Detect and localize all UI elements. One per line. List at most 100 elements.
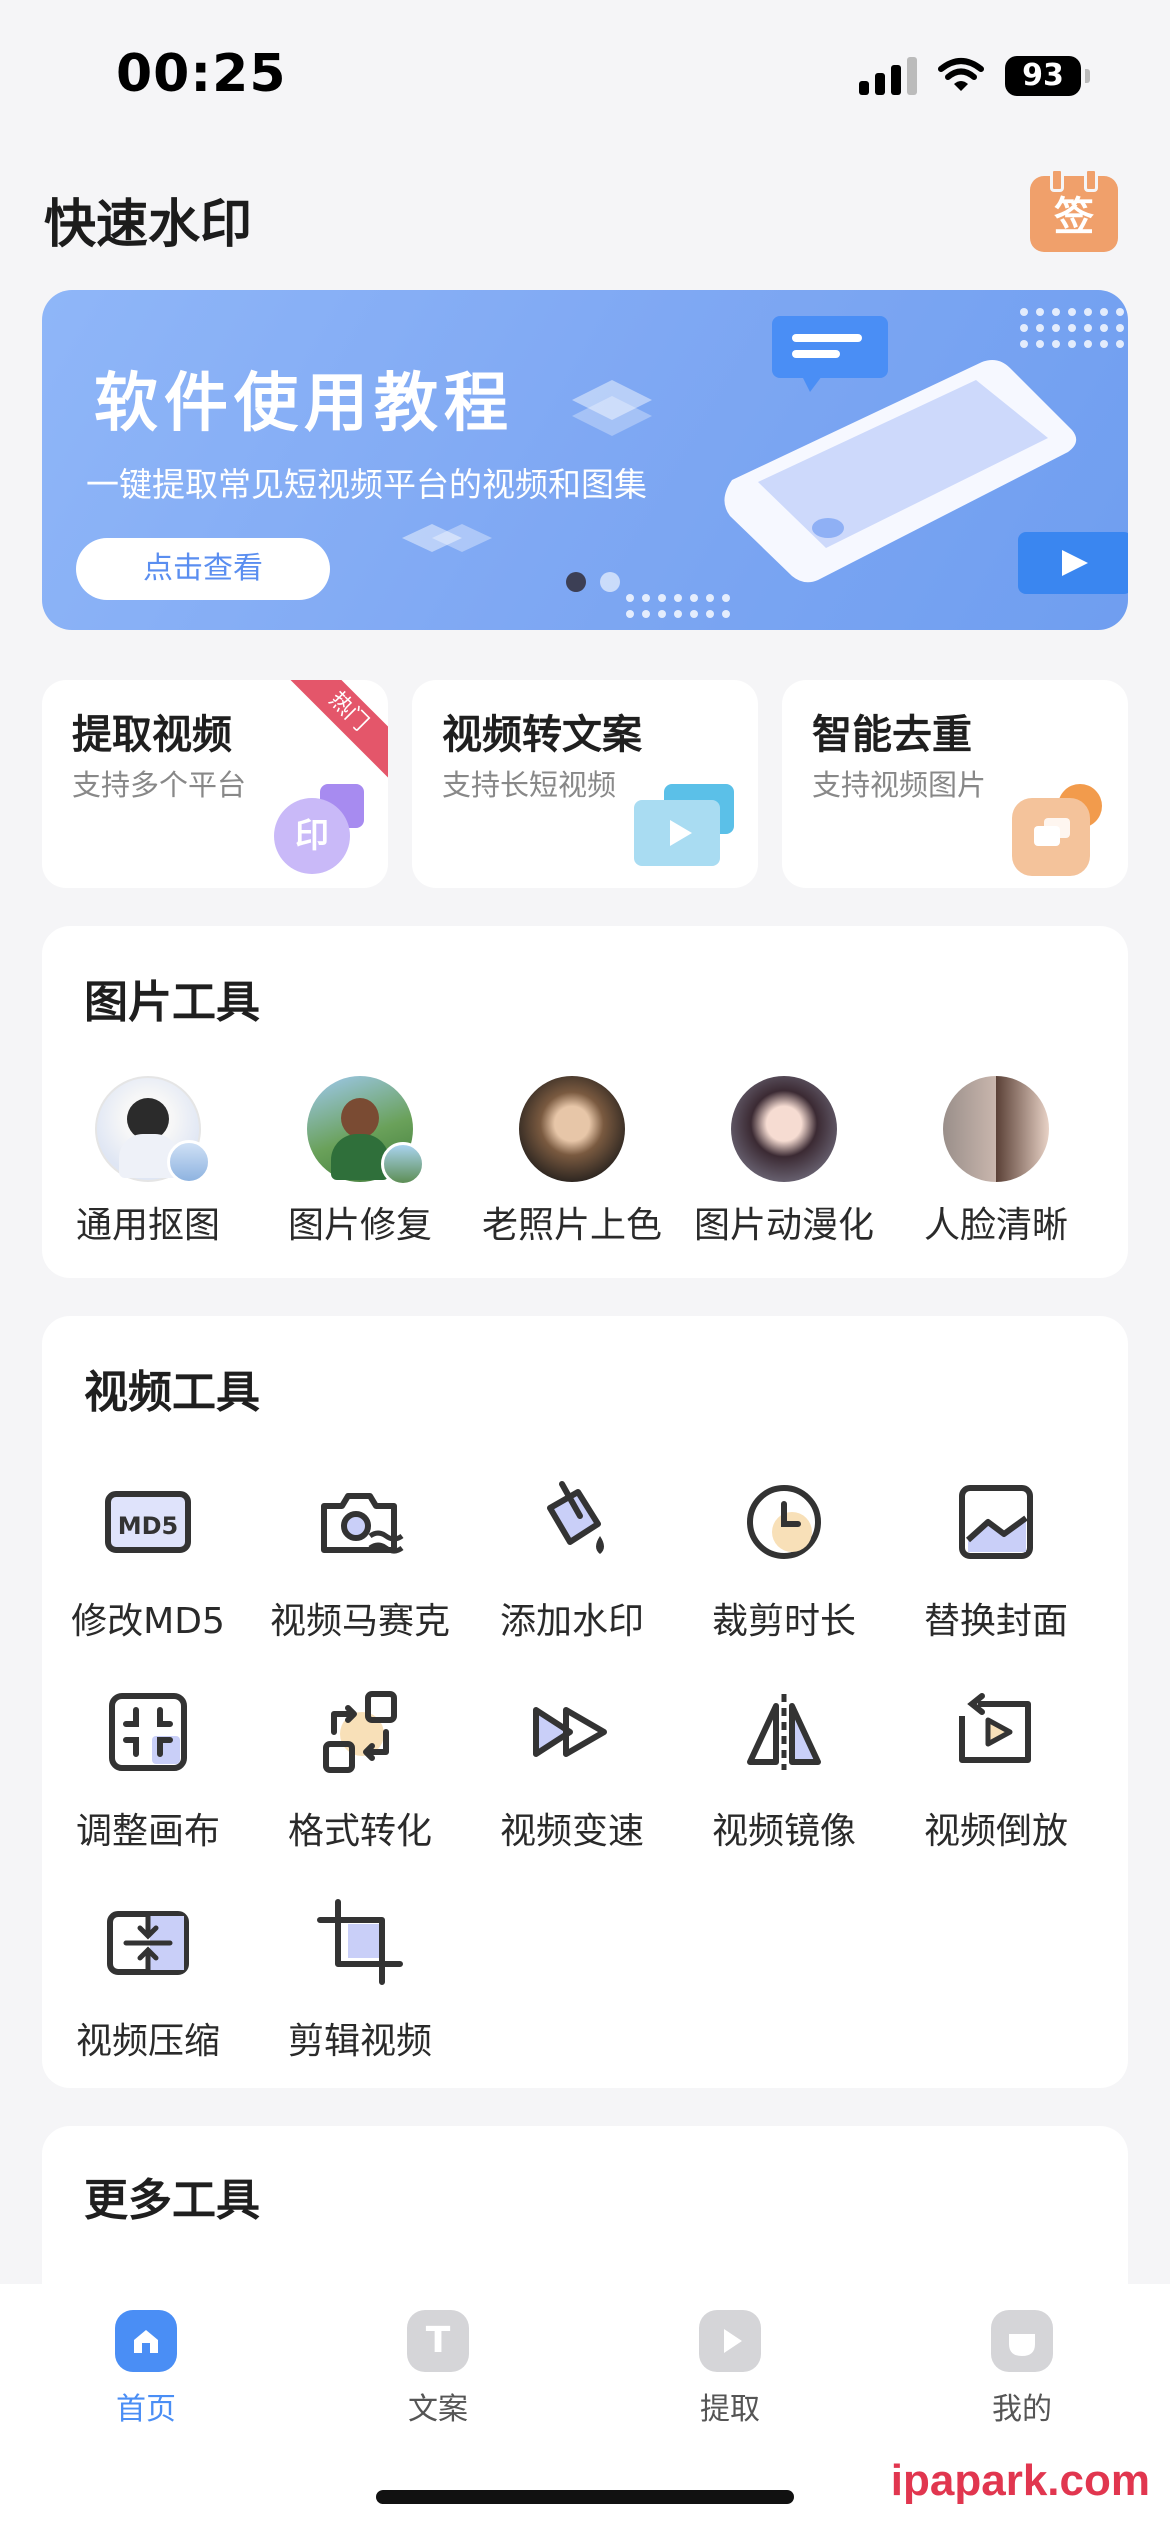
- feature-title: 提取视频: [72, 712, 232, 758]
- banner-title: 软件使用教程: [94, 367, 514, 441]
- tool-label: 修改MD5: [71, 1601, 225, 1642]
- tab-extract[interactable]: 提取: [650, 2310, 810, 2428]
- tab-label: 我的: [992, 2392, 1052, 2427]
- tool-cover[interactable]: 替换封面: [890, 1470, 1102, 1644]
- tool-mosaic[interactable]: 视频马赛克: [254, 1470, 466, 1644]
- section-title: 图片工具: [84, 977, 260, 1028]
- stamp-icon: 印: [274, 784, 364, 874]
- play-icon: [699, 2310, 761, 2372]
- tool-colorize[interactable]: 老照片上色: [466, 1076, 678, 1248]
- tab-home[interactable]: 首页: [66, 2310, 226, 2428]
- tool-label: 添加水印: [499, 1601, 644, 1642]
- tool-speed[interactable]: 视频变速: [466, 1680, 678, 1854]
- canvas-icon: [109, 1693, 187, 1771]
- status-bar: 00:25 93: [0, 0, 1170, 150]
- tool-face-enhance[interactable]: 人脸清晰: [890, 1076, 1102, 1248]
- cutout-thumb: [95, 1076, 211, 1184]
- page-title: 快速水印: [44, 195, 253, 255]
- feature-title: 视频转文案: [442, 712, 642, 758]
- tool-reverse[interactable]: 视频倒放: [890, 1680, 1102, 1854]
- tool-md5[interactable]: MD5 修改MD5: [42, 1470, 254, 1644]
- tab-label: 首页: [116, 2392, 176, 2427]
- tool-label: 视频马赛克: [269, 1601, 450, 1642]
- tool-label: 格式转化: [287, 1811, 432, 1852]
- colorize-thumb: [519, 1076, 625, 1182]
- tool-label: 剪辑视频: [287, 2021, 432, 2062]
- tool-label: 图片修复: [287, 1205, 432, 1246]
- tool-convert[interactable]: 格式转化: [254, 1680, 466, 1854]
- banner-view-button[interactable]: 点击查看: [76, 538, 330, 600]
- section-title: 更多工具: [84, 2175, 260, 2226]
- home-icon: [115, 2310, 177, 2372]
- banner-pagination[interactable]: [566, 572, 620, 592]
- battery-level: 93: [1005, 56, 1081, 96]
- tool-label: 替换封面: [923, 1601, 1068, 1642]
- diamond-decor-icon: [572, 380, 652, 436]
- wifi-icon: [938, 58, 984, 91]
- stamp-icon-label: 印: [274, 798, 350, 874]
- text-icon: T: [407, 2310, 469, 2372]
- tab-label: 提取: [700, 2392, 760, 2427]
- battery-icon: 93: [1005, 56, 1090, 96]
- md5-icon-text: MD5: [118, 1512, 179, 1540]
- feature-subtitle: 支持多个平台: [72, 768, 247, 802]
- compress-icon: [107, 1911, 189, 1975]
- tool-label: 人脸清晰: [923, 1205, 1068, 1246]
- feature-subtitle: 支持视频图片: [812, 768, 987, 802]
- status-icons: 93: [859, 56, 1090, 96]
- video-tools-section: 视频工具 MD5 修改MD5 视频马赛克 添加水印 裁剪时长 替换封面 调整画布…: [42, 1316, 1128, 2088]
- face-thumb: [943, 1076, 1049, 1182]
- mirror-icon: [747, 1694, 821, 1770]
- sign-in-button[interactable]: 签: [1030, 168, 1118, 252]
- feature-video-to-text[interactable]: 视频转文案 支持长短视频: [412, 680, 758, 888]
- phone-illustration-icon: [724, 316, 1128, 594]
- image-tools-section: 图片工具 通用抠图 图片修复 老照片上色 图片动漫化 人脸清晰: [42, 926, 1128, 1278]
- tool-label: 视频变速: [499, 1811, 644, 1852]
- fast-forward-icon: [533, 1707, 607, 1757]
- profile-icon: [991, 2310, 1053, 2372]
- md5-icon: MD5: [105, 1491, 191, 1553]
- anime-thumb: [731, 1076, 837, 1182]
- hot-badge: 热门: [278, 680, 388, 782]
- home-indicator: [376, 2490, 794, 2504]
- reverse-play-icon: [959, 1693, 1031, 1763]
- site-watermark: ipapark.com: [890, 2456, 1150, 2505]
- tool-label: 裁剪时长: [711, 1601, 856, 1642]
- banner-subtitle: 一键提取常见短视频平台的视频和图集: [86, 465, 647, 504]
- tool-cutout[interactable]: 通用抠图: [42, 1076, 254, 1248]
- signal-icon: [859, 57, 917, 95]
- feature-smart-dedupe[interactable]: 智能去重 支持视频图片: [782, 680, 1128, 888]
- tutorial-banner[interactable]: 软件使用教程 一键提取常见短视频平台的视频和图集 点击查看: [42, 290, 1128, 630]
- convert-icon: [323, 1691, 397, 1773]
- tool-label: 图片动漫化: [693, 1205, 874, 1246]
- tool-label: 通用抠图: [75, 1205, 220, 1246]
- tool-mirror[interactable]: 视频镜像: [678, 1680, 890, 1854]
- repair-thumb: [307, 1076, 425, 1186]
- diamond-decor-icon: [402, 524, 492, 552]
- tool-label: 调整画布: [75, 1811, 220, 1852]
- tool-label: 视频倒放: [923, 1811, 1068, 1852]
- clock-icon: [747, 1485, 821, 1559]
- section-title: 视频工具: [84, 1367, 260, 1418]
- tool-watermark[interactable]: 添加水印: [466, 1470, 678, 1644]
- tool-anime[interactable]: 图片动漫化: [678, 1076, 890, 1248]
- tool-crop[interactable]: 剪辑视频: [254, 1890, 466, 2064]
- feature-title: 智能去重: [812, 712, 972, 758]
- tool-label: 视频镜像: [711, 1811, 856, 1852]
- status-time: 00:25: [116, 44, 287, 104]
- tool-canvas[interactable]: 调整画布: [42, 1680, 254, 1854]
- crop-icon: [317, 1899, 403, 1985]
- tab-label: 文案: [408, 2392, 468, 2427]
- tool-compress[interactable]: 视频压缩: [42, 1890, 254, 2064]
- image-cover-icon: [959, 1485, 1033, 1559]
- tab-copywriting[interactable]: T 文案: [358, 2310, 518, 2428]
- tool-label: 老照片上色: [481, 1205, 662, 1246]
- feature-extract-video[interactable]: 提取视频 支持多个平台 热门 印: [42, 680, 388, 888]
- video-card-icon: [634, 784, 734, 866]
- tab-profile[interactable]: 我的: [942, 2310, 1102, 2428]
- paint-bucket-icon: [547, 1481, 604, 1554]
- tool-trim[interactable]: 裁剪时长: [678, 1470, 890, 1644]
- mosaic-camera-icon: [321, 1493, 404, 1554]
- duplicate-icon: [1012, 784, 1102, 876]
- tool-repair[interactable]: 图片修复: [254, 1076, 466, 1248]
